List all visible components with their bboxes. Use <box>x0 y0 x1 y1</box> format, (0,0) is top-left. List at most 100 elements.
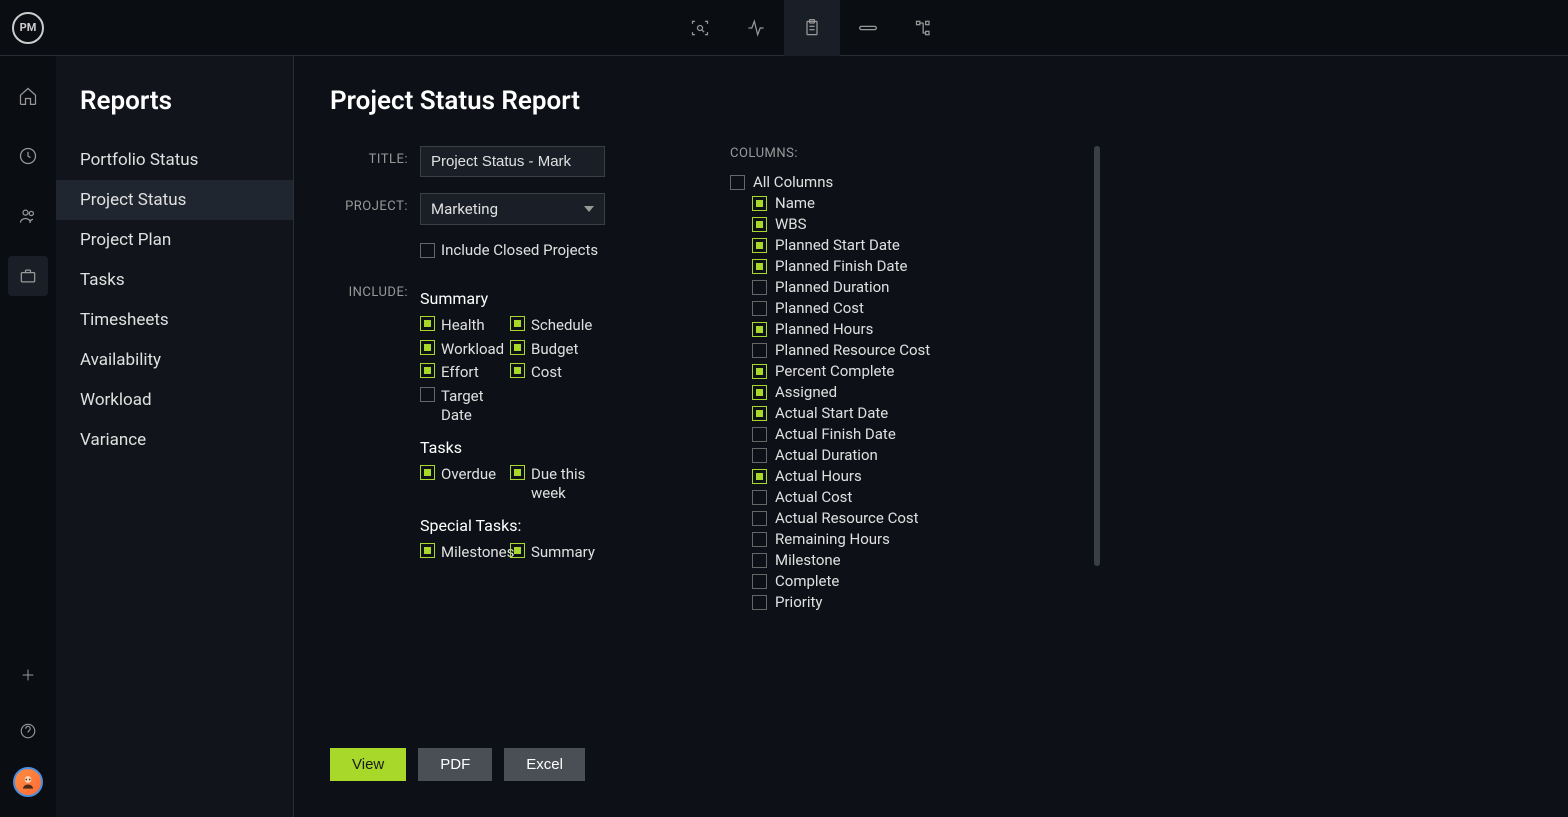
column-checkbox-planned-resource-cost[interactable] <box>752 343 767 358</box>
scrollbar[interactable] <box>1094 146 1100 686</box>
top-bar: PM <box>0 0 1568 56</box>
view-button[interactable]: View <box>330 748 406 781</box>
column-label: Planned Cost <box>775 299 864 317</box>
include-label: INCLUDE: <box>330 279 420 300</box>
column-checkbox-wbs[interactable] <box>752 217 767 232</box>
column-checkbox-assigned[interactable] <box>752 385 767 400</box>
avatar[interactable] <box>13 767 43 797</box>
all-columns-label: All Columns <box>753 173 833 191</box>
include-checkbox-overdue[interactable] <box>420 465 435 480</box>
app-logo[interactable]: PM <box>0 0 56 56</box>
column-label: Planned Resource Cost <box>775 341 930 359</box>
column-label: Name <box>775 194 815 212</box>
column-label: Actual Resource Cost <box>775 509 919 527</box>
column-checkbox-actual-duration[interactable] <box>752 448 767 463</box>
column-checkbox-planned-start-date[interactable] <box>752 238 767 253</box>
briefcase-icon[interactable] <box>8 256 48 296</box>
column-label: Actual Hours <box>775 467 862 485</box>
column-checkbox-name[interactable] <box>752 196 767 211</box>
include-section-header: Special Tasks: <box>420 516 650 535</box>
include-item-label: Schedule <box>531 316 592 336</box>
include-checkbox-health[interactable] <box>420 316 435 331</box>
sidebar-item-timesheets[interactable]: Timesheets <box>56 300 293 340</box>
column-checkbox-actual-start-date[interactable] <box>752 406 767 421</box>
include-checkbox-schedule[interactable] <box>510 316 525 331</box>
plus-icon[interactable] <box>8 655 48 695</box>
include-item-label: Cost <box>531 363 562 383</box>
column-checkbox-complete[interactable] <box>752 574 767 589</box>
content: Project Status Report TITLE: PROJECT: Ma… <box>294 56 1568 817</box>
include-section-header: Summary <box>420 289 650 308</box>
include-checkbox-workload[interactable] <box>420 340 435 355</box>
column-label: WBS <box>775 215 807 233</box>
column-checkbox-remaining-hours[interactable] <box>752 532 767 547</box>
include-checkbox-milestones[interactable] <box>420 543 435 558</box>
include-item-label: Effort <box>441 363 479 383</box>
sidebar-item-workload[interactable]: Workload <box>56 380 293 420</box>
activity-icon[interactable] <box>728 0 784 56</box>
scan-icon[interactable] <box>672 0 728 56</box>
title-label: TITLE: <box>330 146 420 167</box>
column-checkbox-planned-duration[interactable] <box>752 280 767 295</box>
column-checkbox-actual-finish-date[interactable] <box>752 427 767 442</box>
include-item-label: Milestones <box>441 543 514 563</box>
top-toolbar <box>56 0 1568 56</box>
clipboard-icon[interactable] <box>784 0 840 56</box>
sidebar-item-project-status[interactable]: Project Status <box>56 180 293 220</box>
help-icon[interactable] <box>8 711 48 751</box>
sidebar-item-project-plan[interactable]: Project Plan <box>56 220 293 260</box>
pdf-button[interactable]: PDF <box>418 748 492 781</box>
include-checkbox-summary[interactable] <box>510 543 525 558</box>
column-checkbox-priority[interactable] <box>752 595 767 610</box>
columns-label: COLUMNS: <box>730 146 1050 161</box>
column-checkbox-milestone[interactable] <box>752 553 767 568</box>
column-checkbox-actual-cost[interactable] <box>752 490 767 505</box>
column-label: Actual Start Date <box>775 404 888 422</box>
title-input[interactable] <box>420 146 605 177</box>
project-select[interactable]: Marketing <box>420 193 605 225</box>
include-item-label: Workload <box>441 340 504 360</box>
column-label: Assigned <box>775 383 837 401</box>
column-checkbox-actual-hours[interactable] <box>752 469 767 484</box>
column-checkbox-percent-complete[interactable] <box>752 364 767 379</box>
left-rail <box>0 56 56 817</box>
column-label: Percent Complete <box>775 362 894 380</box>
include-closed-checkbox[interactable] <box>420 243 435 258</box>
column-label: Milestone <box>775 551 841 569</box>
clock-icon[interactable] <box>8 136 48 176</box>
include-checkbox-effort[interactable] <box>420 363 435 378</box>
sidebar-item-availability[interactable]: Availability <box>56 340 293 380</box>
sidebar-item-portfolio-status[interactable]: Portfolio Status <box>56 140 293 180</box>
include-item-label: Target Date <box>441 387 510 426</box>
project-select-value: Marketing <box>431 200 498 218</box>
column-checkbox-planned-cost[interactable] <box>752 301 767 316</box>
include-item-label: Summary <box>531 543 595 563</box>
users-icon[interactable] <box>8 196 48 236</box>
sidebar-item-variance[interactable]: Variance <box>56 420 293 460</box>
include-checkbox-due-this-week[interactable] <box>510 465 525 480</box>
column-label: Planned Hours <box>775 320 873 338</box>
flow-icon[interactable] <box>896 0 952 56</box>
sidebar-item-tasks[interactable]: Tasks <box>56 260 293 300</box>
project-label: PROJECT: <box>330 193 420 214</box>
include-section-header: Tasks <box>420 438 650 457</box>
scrollbar-thumb[interactable] <box>1094 146 1100 566</box>
all-columns-checkbox[interactable] <box>730 175 745 190</box>
excel-button[interactable]: Excel <box>504 748 585 781</box>
home-icon[interactable] <box>8 76 48 116</box>
column-checkbox-actual-resource-cost[interactable] <box>752 511 767 526</box>
logo-text: PM <box>12 12 44 44</box>
include-checkbox-target-date[interactable] <box>420 387 435 402</box>
include-item-label: Overdue <box>441 465 496 485</box>
include-checkbox-cost[interactable] <box>510 363 525 378</box>
column-label: Actual Cost <box>775 488 852 506</box>
include-item-label: Budget <box>531 340 578 360</box>
column-label: Planned Start Date <box>775 236 900 254</box>
column-checkbox-planned-finish-date[interactable] <box>752 259 767 274</box>
column-checkbox-planned-hours[interactable] <box>752 322 767 337</box>
include-checkbox-budget[interactable] <box>510 340 525 355</box>
sidebar-title: Reports <box>56 86 293 140</box>
link-icon[interactable] <box>840 0 896 56</box>
column-label: Priority <box>775 593 822 611</box>
page-title: Project Status Report <box>330 86 1532 116</box>
